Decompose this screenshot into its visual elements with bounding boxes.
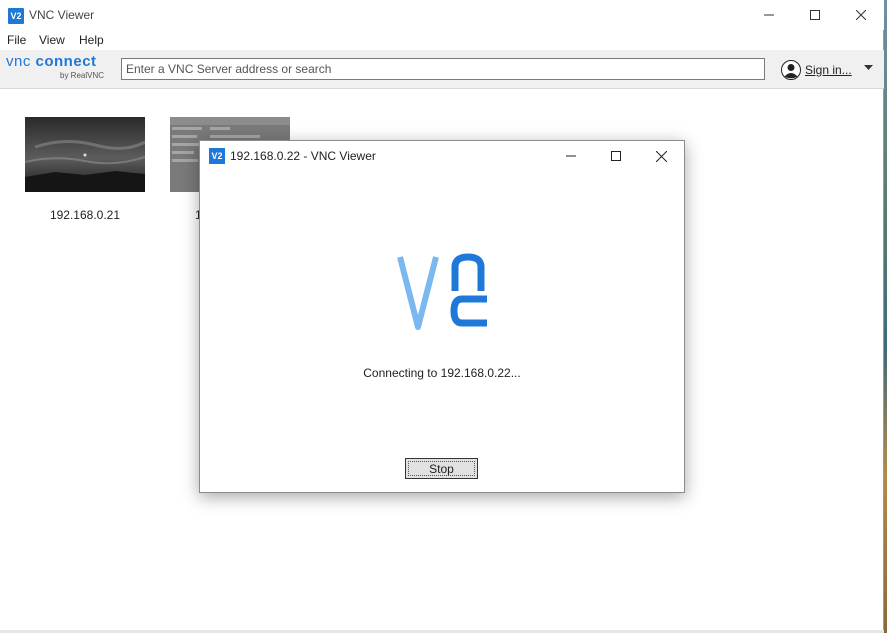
desktop-thumbnail — [25, 117, 145, 192]
vnc-connect-logo: vnc connect — [6, 53, 97, 70]
vnc-app-icon: V2 — [8, 8, 24, 24]
maximize-icon — [810, 10, 820, 20]
stop-button[interactable]: Stop — [405, 458, 478, 479]
logo-text-connect: connect — [35, 53, 97, 70]
maximize-icon — [611, 151, 621, 161]
entry-label: 192.168.0.21 — [49, 208, 121, 222]
vnc-app-icon: V2 — [209, 148, 225, 164]
menu-help[interactable]: Help — [79, 33, 104, 47]
toolbar: vnc connect by RealVNC Sign in... — [0, 50, 884, 89]
dialog-maximize-button[interactable] — [593, 141, 639, 171]
connecting-message: Connecting to 192.168.0.22... — [363, 366, 521, 380]
sign-in-button[interactable]: Sign in... — [781, 60, 852, 80]
minimize-icon — [566, 155, 576, 157]
server-address-search-input[interactable] — [121, 58, 765, 80]
minimize-button[interactable] — [746, 0, 792, 30]
close-icon — [655, 150, 667, 162]
logo-subtitle: by RealVNC — [60, 71, 105, 80]
title-bar[interactable]: V2 VNC Viewer — [0, 0, 884, 30]
connecting-dialog: V2 192.168.0.22 - VNC Viewer Connecting … — [199, 140, 685, 493]
chevron-down-icon[interactable] — [864, 65, 873, 71]
address-book-entry[interactable]: 192.168.0.21 — [25, 117, 145, 222]
window-title: VNC Viewer — [29, 8, 95, 22]
vnc-logo-icon — [397, 253, 487, 330]
minimize-icon — [764, 14, 774, 16]
sign-in-label: Sign in... — [805, 63, 852, 77]
maximize-button[interactable] — [792, 0, 838, 30]
dialog-minimize-button[interactable] — [548, 141, 594, 171]
menu-file[interactable]: File — [7, 33, 26, 47]
dialog-close-button[interactable] — [638, 141, 684, 171]
menu-bar: File View Help — [0, 30, 884, 50]
dialog-title: 192.168.0.22 - VNC Viewer — [230, 149, 376, 163]
menu-view[interactable]: View — [39, 33, 65, 47]
logo-text-vnc: vnc — [6, 53, 31, 70]
user-avatar-icon — [781, 60, 801, 80]
close-button[interactable] — [838, 0, 884, 30]
close-icon — [856, 10, 866, 20]
